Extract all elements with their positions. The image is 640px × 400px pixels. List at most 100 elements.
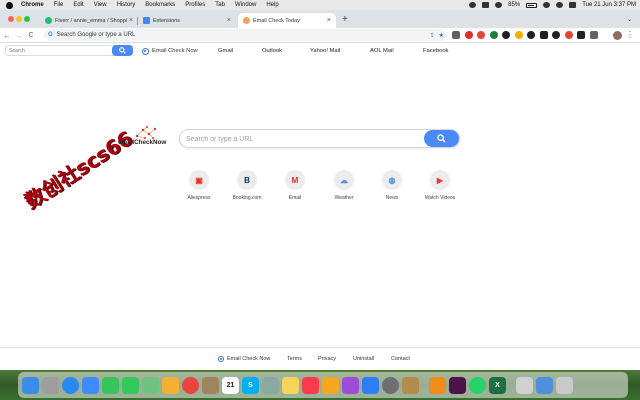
slack-icon[interactable]: [449, 376, 466, 394]
launchpad-icon[interactable]: [42, 376, 59, 394]
extension-6-icon[interactable]: [514, 31, 523, 39]
apple-icon[interactable]: [6, 1, 13, 9]
forward-arrow-icon[interactable]: →: [14, 31, 24, 40]
photos-icon[interactable]: [162, 376, 179, 394]
safari-icon[interactable]: [62, 376, 79, 394]
footer-link-terms[interactable]: Terms: [287, 356, 302, 362]
brand-link[interactable]: Email Check Now: [142, 47, 198, 55]
main-search-button[interactable]: [424, 130, 459, 147]
minimize-window-button[interactable]: [16, 16, 22, 22]
contacts-icon[interactable]: [202, 376, 219, 394]
top-search-button[interactable]: [112, 45, 133, 56]
trash-icon[interactable]: [556, 376, 573, 394]
control-center-icon[interactable]: [569, 2, 577, 8]
menu-tab[interactable]: Tab: [215, 2, 225, 8]
tab-title: Email Check Today: [253, 17, 300, 24]
tile-watch-videos[interactable]: ▶ Watch Videos: [420, 170, 460, 201]
fullscreen-window-button[interactable]: [24, 16, 30, 22]
skype-icon[interactable]: S: [242, 376, 259, 394]
close-icon[interactable]: ×: [129, 17, 133, 24]
chevron-down-icon[interactable]: ⌄: [627, 16, 632, 23]
extension-7-icon[interactable]: [527, 31, 535, 39]
tile-circle: ◍: [382, 170, 402, 190]
more-menu-icon[interactable]: ⋮: [626, 30, 634, 39]
tile-weather[interactable]: ☁ Weather: [324, 170, 364, 201]
extension-10-icon[interactable]: [564, 31, 573, 39]
dropbox-icon[interactable]: [469, 2, 477, 8]
tab-email-check-today[interactable]: Email Check Today ×: [238, 13, 336, 28]
quick-link-gmail[interactable]: Gmail: [218, 48, 233, 54]
bluetooth-icon[interactable]: [495, 2, 503, 8]
footer-link-contact[interactable]: Contact: [391, 356, 410, 362]
menu-window[interactable]: Window: [235, 2, 256, 8]
menu-history[interactable]: History: [117, 2, 136, 8]
share-icon[interactable]: ⇪: [430, 32, 435, 39]
messages-icon[interactable]: [122, 376, 139, 394]
tile-aliexpress[interactable]: ▣ Aliexpress: [179, 170, 219, 201]
back-arrow-icon[interactable]: ←: [2, 31, 12, 40]
quick-link-facebook[interactable]: Facebook: [423, 48, 448, 54]
battery-icon[interactable]: [526, 2, 538, 8]
top-search-input[interactable]: [6, 47, 110, 54]
menu-file[interactable]: File: [54, 2, 64, 8]
address-bar[interactable]: G Search Google or type a URL ⇪ ★: [44, 29, 446, 41]
close-window-button[interactable]: [8, 16, 14, 22]
close-icon[interactable]: ×: [327, 17, 331, 24]
close-icon[interactable]: ×: [227, 17, 231, 24]
menu-help[interactable]: Help: [266, 2, 278, 8]
footer-brand-link[interactable]: Email Check Now: [218, 356, 270, 362]
menu-app-name[interactable]: Chrome: [21, 2, 44, 8]
facetime-icon[interactable]: [102, 376, 119, 394]
mail-icon[interactable]: [82, 376, 99, 394]
tab-fiverr[interactable]: Fiverr / annie_emma / Shoppin ×: [40, 13, 138, 28]
tile-booking[interactable]: B Booking.com: [227, 170, 267, 201]
tab-extensions[interactable]: Extensions ×: [138, 13, 236, 28]
menu-view[interactable]: View: [94, 2, 107, 8]
notes-icon[interactable]: [282, 376, 299, 394]
finder-icon[interactable]: [22, 376, 39, 394]
system-preferences-icon[interactable]: [382, 376, 399, 394]
podcasts-icon[interactable]: [342, 376, 359, 394]
quick-link-yahoo-mail[interactable]: Yahoo! Mail: [310, 48, 340, 54]
extension-1-icon[interactable]: [452, 31, 460, 39]
downloads-icon[interactable]: [536, 376, 553, 394]
new-tab-plus-icon[interactable]: +: [342, 14, 348, 26]
menu-bookmarks[interactable]: Bookmarks: [145, 2, 175, 8]
footer-link-privacy[interactable]: Privacy: [318, 356, 336, 362]
extension-4-icon[interactable]: [489, 31, 498, 39]
extension-8-icon[interactable]: [539, 31, 548, 39]
calendar-icon[interactable]: 21: [222, 376, 239, 394]
chrome-icon[interactable]: [182, 376, 199, 394]
preview-icon[interactable]: [516, 376, 533, 394]
menu-profiles[interactable]: Profiles: [185, 2, 205, 8]
extension-2-icon[interactable]: [464, 31, 473, 39]
settings-gear-icon[interactable]: [262, 376, 279, 394]
profile-avatar[interactable]: [613, 31, 622, 40]
quick-link-outlook[interactable]: Outlook: [262, 48, 282, 54]
wifi-icon[interactable]: [543, 2, 551, 8]
bookmark-star-icon[interactable]: ★: [439, 32, 444, 39]
whatsapp-icon[interactable]: [469, 376, 486, 394]
pages-icon[interactable]: [322, 376, 339, 394]
app-store-icon[interactable]: [362, 376, 379, 394]
menubar-clock[interactable]: Tue 21 Jun 3:37 PM: [582, 2, 636, 8]
extension-5-icon[interactable]: [502, 31, 510, 39]
music-icon[interactable]: [302, 376, 319, 394]
spotlight-icon[interactable]: [556, 2, 564, 8]
sidebar-icon[interactable]: [589, 31, 598, 39]
display-icon[interactable]: [482, 2, 490, 8]
script-editor-icon[interactable]: [402, 376, 419, 394]
footer-link-uninstall[interactable]: Uninstall: [353, 356, 374, 362]
maps-icon[interactable]: [142, 376, 159, 394]
excel-icon[interactable]: X: [489, 376, 506, 394]
tile-news[interactable]: ◍ News: [372, 170, 412, 201]
menu-edit[interactable]: Edit: [73, 2, 83, 8]
extension-9-icon[interactable]: [552, 31, 560, 39]
vlc-icon[interactable]: [429, 376, 446, 394]
tile-email[interactable]: M Email: [275, 170, 315, 201]
main-search-input[interactable]: [186, 133, 416, 145]
puzzle-extensions-icon[interactable]: [577, 31, 585, 39]
quick-link-aol-mail[interactable]: AOL Mail: [370, 48, 394, 54]
extension-3-icon[interactable]: [477, 31, 485, 39]
reload-icon[interactable]: C: [26, 32, 36, 39]
